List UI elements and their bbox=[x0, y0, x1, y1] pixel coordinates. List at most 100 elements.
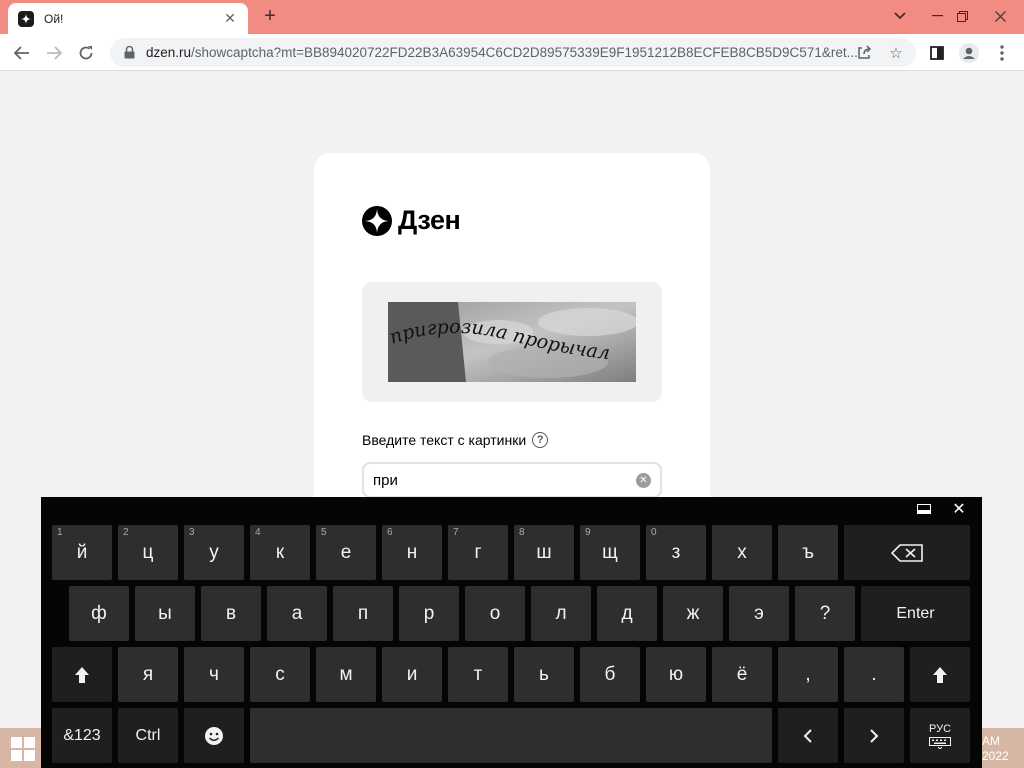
back-icon[interactable] bbox=[8, 39, 36, 67]
key-label: . bbox=[871, 663, 877, 685]
captcha-input[interactable] bbox=[373, 472, 623, 489]
menu-icon[interactable] bbox=[988, 39, 1016, 67]
arrow-left-key[interactable] bbox=[778, 708, 838, 763]
key-б[interactable]: б bbox=[580, 647, 640, 702]
key-а[interactable]: а bbox=[267, 586, 327, 641]
forward-icon[interactable] bbox=[40, 39, 68, 67]
windows-start-icon[interactable] bbox=[10, 736, 36, 762]
taskbar-clock[interactable]: AM 2022 bbox=[982, 734, 1009, 764]
key-label: ь bbox=[539, 663, 549, 685]
key-label: ч bbox=[209, 663, 219, 685]
key-х[interactable]: х bbox=[712, 525, 772, 580]
key-label: е bbox=[340, 541, 352, 563]
key-и[interactable]: и bbox=[382, 647, 442, 702]
key-label: н bbox=[406, 541, 418, 563]
key-label: о bbox=[489, 602, 501, 624]
key-comma[interactable]: , bbox=[778, 647, 838, 702]
key-hint: 2 bbox=[123, 527, 129, 538]
key-ж[interactable]: ж bbox=[663, 586, 723, 641]
tab-close-icon[interactable]: ✕ bbox=[222, 10, 238, 27]
key-hint: 8 bbox=[519, 527, 525, 538]
new-tab-button[interactable]: + bbox=[259, 5, 281, 27]
key-ё[interactable]: ё bbox=[712, 647, 772, 702]
key-label: л bbox=[555, 602, 567, 624]
help-icon[interactable]: ? bbox=[532, 432, 549, 448]
key-label: ж bbox=[686, 602, 700, 624]
key-к[interactable]: 4к bbox=[250, 525, 310, 580]
backspace-icon bbox=[891, 543, 923, 562]
url-text[interactable]: dzen.ru/showcaptcha?mt=BB894020722FD22B3… bbox=[146, 45, 858, 60]
key-label: а bbox=[291, 602, 303, 624]
key-з[interactable]: 0з bbox=[646, 525, 706, 580]
key-label: ъ bbox=[802, 541, 814, 563]
key-л[interactable]: л bbox=[531, 586, 591, 641]
profile-icon[interactable] bbox=[955, 39, 983, 67]
key-о[interactable]: о bbox=[465, 586, 525, 641]
space-key[interactable] bbox=[250, 708, 772, 763]
share-icon[interactable] bbox=[854, 43, 874, 63]
enter-key[interactable]: Enter bbox=[861, 586, 970, 641]
key-д[interactable]: д bbox=[597, 586, 657, 641]
shift-right-key[interactable] bbox=[910, 647, 970, 702]
shift-left-key[interactable] bbox=[52, 647, 112, 702]
keyboard-close-icon[interactable]: ✕ bbox=[947, 499, 971, 519]
close-window-button[interactable] bbox=[977, 0, 1023, 32]
key-label: ? bbox=[819, 602, 831, 624]
key-label: б bbox=[604, 663, 616, 685]
key-н[interactable]: 6н bbox=[382, 525, 442, 580]
backspace-key[interactable] bbox=[844, 525, 970, 580]
arrow-right-key[interactable] bbox=[844, 708, 904, 763]
ctrl-key[interactable]: Ctrl bbox=[118, 708, 178, 763]
key-е[interactable]: 5е bbox=[316, 525, 376, 580]
chevron-left-icon bbox=[803, 728, 812, 743]
key-т[interactable]: т bbox=[448, 647, 508, 702]
address-bar[interactable]: dzen.ru/showcaptcha?mt=BB894020722FD22B3… bbox=[110, 38, 916, 67]
language-label: РУС bbox=[928, 722, 952, 735]
key-п[interactable]: п bbox=[333, 586, 393, 641]
captcha-input-field[interactable]: ✕ bbox=[362, 462, 662, 498]
symbols-label: &123 bbox=[63, 726, 101, 744]
dzen-favicon-icon bbox=[18, 10, 34, 27]
key-label: ш bbox=[536, 541, 552, 563]
key-с[interactable]: с bbox=[250, 647, 310, 702]
key-question[interactable]: ? bbox=[795, 586, 855, 641]
ctrl-label: Ctrl bbox=[135, 726, 161, 744]
key-г[interactable]: 7г bbox=[448, 525, 508, 580]
sidebar-icon[interactable] bbox=[923, 39, 951, 67]
key-ф[interactable]: ф bbox=[69, 586, 129, 641]
key-м[interactable]: м bbox=[316, 647, 376, 702]
key-period[interactable]: . bbox=[844, 647, 904, 702]
captcha-image: пригрозила прорычал bbox=[388, 302, 636, 382]
key-щ[interactable]: 9щ bbox=[580, 525, 640, 580]
browser-tab[interactable]: Ой! ✕ bbox=[8, 3, 248, 34]
key-label: у bbox=[209, 541, 219, 563]
key-ь[interactable]: ь bbox=[514, 647, 574, 702]
key-label: ю bbox=[668, 663, 684, 685]
emoji-key[interactable] bbox=[184, 708, 244, 763]
dzen-logo[interactable]: Дзен bbox=[362, 205, 461, 236]
symbols-key[interactable]: &123 bbox=[52, 708, 112, 763]
star-icon[interactable]: ☆ bbox=[886, 43, 906, 63]
key-ш[interactable]: 8ш bbox=[514, 525, 574, 580]
clear-input-icon[interactable]: ✕ bbox=[636, 473, 651, 488]
key-я[interactable]: я bbox=[118, 647, 178, 702]
key-э[interactable]: э bbox=[729, 586, 789, 641]
key-ы[interactable]: ы bbox=[135, 586, 195, 641]
key-у[interactable]: 3у bbox=[184, 525, 244, 580]
key-й[interactable]: 1й bbox=[52, 525, 112, 580]
key-в[interactable]: в bbox=[201, 586, 261, 641]
key-ч[interactable]: ч bbox=[184, 647, 244, 702]
language-key[interactable]: РУС bbox=[910, 708, 970, 763]
enter-label: Enter bbox=[896, 604, 935, 622]
prompt-label: Введите текст с картинки bbox=[362, 432, 527, 448]
key-ю[interactable]: ю bbox=[646, 647, 706, 702]
key-р[interactable]: р bbox=[399, 586, 459, 641]
key-label: м bbox=[339, 663, 353, 685]
key-ъ[interactable]: ъ bbox=[778, 525, 838, 580]
url-path: /showcaptcha?mt=BB894020722FD22B3A63954C… bbox=[191, 45, 858, 60]
reload-icon[interactable] bbox=[72, 39, 100, 67]
tab-title: Ой! bbox=[44, 11, 64, 26]
lock-icon[interactable] bbox=[122, 46, 136, 60]
key-ц[interactable]: 2ц bbox=[118, 525, 178, 580]
keyboard-dock-icon[interactable] bbox=[912, 499, 936, 519]
